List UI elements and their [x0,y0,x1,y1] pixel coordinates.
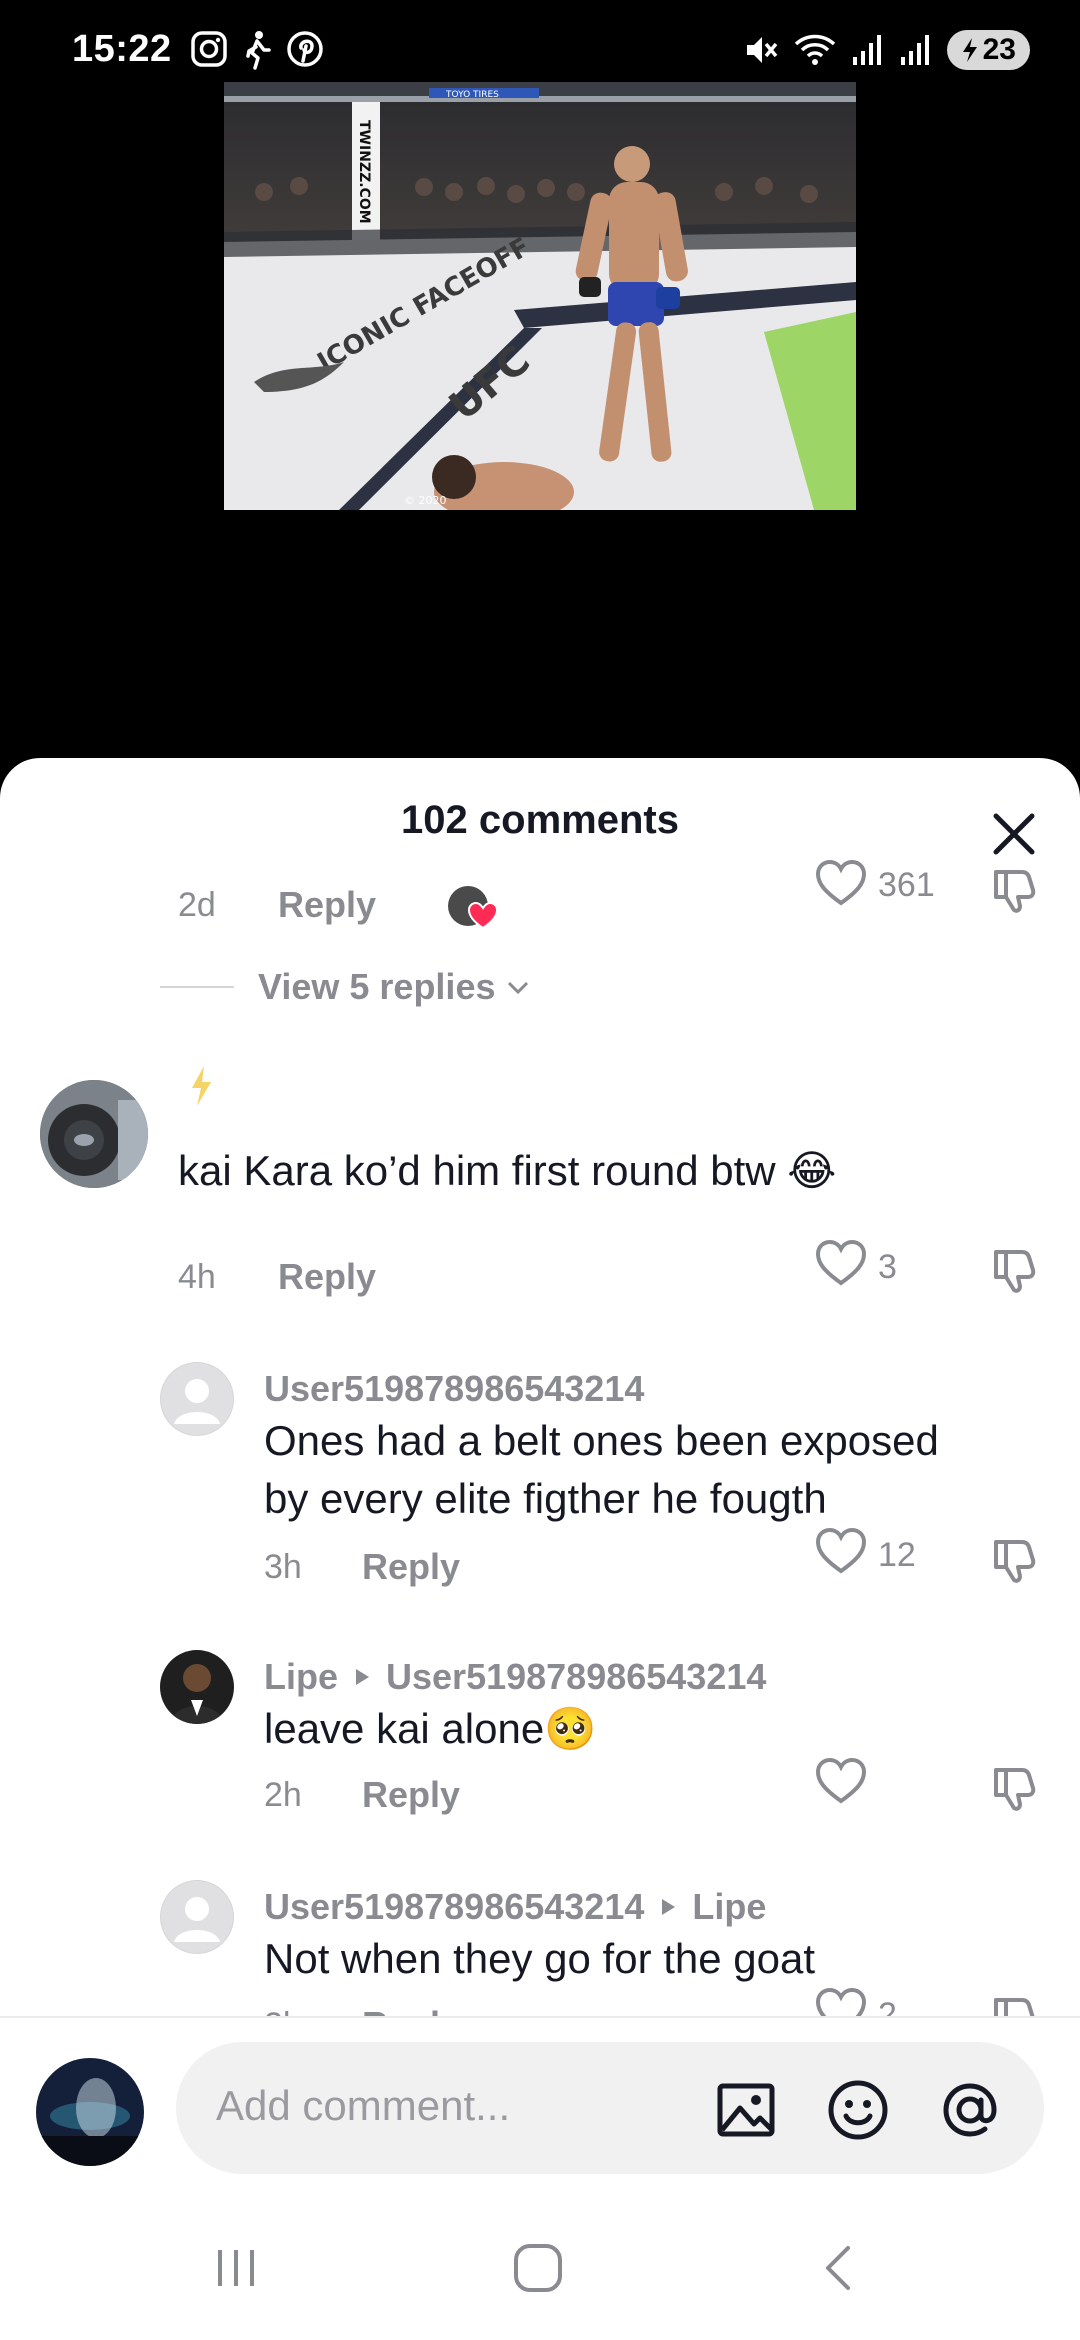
emoji-icon[interactable] [826,2078,890,2142]
like-count: 3 [878,1248,897,1286]
reply-button[interactable]: Reply [278,884,376,926]
steering-wheel-photo [40,1080,148,1188]
signal-icon [852,35,881,65]
reply-arrow-icon [356,1669,370,1685]
reply-button[interactable]: Reply [362,1546,460,1588]
home-icon[interactable] [508,2238,568,2298]
reply-header: Lipe User519878986543214 [264,1656,766,1698]
like-count: 361 [878,866,935,904]
dislike-icon[interactable] [988,1534,1040,1586]
comment-time: 2d [178,886,216,924]
comment-item: kai Kara ko’d him first round btw 😂 4h R… [0,1058,1080,1338]
instagram-icon [191,31,227,67]
user-photo [160,1650,234,1724]
comment-input-bar: Add comment... [0,2016,1080,2176]
wifi-icon [794,34,835,65]
heart-icon[interactable] [814,858,868,908]
pinterest-icon [287,31,323,67]
previous-comment-actions: 2d Reply 361 [0,758,1080,958]
walking-icon [246,31,271,70]
comment-input-placeholder: Add comment... [216,2082,511,2129]
signal-icon [900,35,929,65]
comment-time: 4h [178,1258,216,1296]
chevron-down-icon [508,981,529,995]
heart-icon[interactable] [814,1526,868,1576]
comment-time: 2h [264,1776,302,1814]
creator-liked-badge [448,886,498,932]
reply-arrow-icon [662,1899,676,1915]
comment-text: Not when they go for the goat [264,1935,816,1982]
mention-icon[interactable] [938,2078,1002,2142]
reply-button[interactable]: Reply [362,1774,460,1816]
comment-text: leave kai alone🥺 [264,1705,597,1752]
battery-indicator: 23 [946,30,1030,70]
comment-text-line1: Ones had a belt ones been exposed [264,1417,939,1464]
username[interactable]: Lipe [264,1656,338,1698]
mute-icon [746,37,777,63]
reply-to-username[interactable]: User519878986543214 [386,1656,766,1698]
default-avatar-icon [161,1363,233,1435]
video-watermark: © 2020 [404,494,447,507]
heart-badge-icon [468,902,498,930]
video-frame: TOYO TIRES TWINZZ.COM ICONIC FACEOFF UFC… [224,82,856,510]
my-avatar[interactable] [36,2058,144,2166]
comment-input[interactable]: Add comment... [176,2042,1044,2174]
heart-icon[interactable] [814,1238,868,1288]
dislike-icon[interactable] [988,864,1040,916]
avatar[interactable] [40,1080,148,1188]
system-nav-bar [0,2176,1080,2340]
image-icon[interactable] [714,2078,778,2142]
comment-text-line2: by every elite figther he fougth [264,1475,827,1522]
status-left-icons [190,30,324,70]
reply-to-username[interactable]: Lipe [692,1886,766,1928]
avatar[interactable] [160,1650,234,1724]
recent-apps-icon[interactable] [206,2238,266,2298]
username[interactable]: User519878986543214 [264,1368,644,1410]
status-time: 15:22 [72,28,172,70]
cage-banner: TOYO TIRES [445,90,499,100]
reply-header: User519878986543214 Lipe [264,1886,766,1928]
divider-line [160,986,234,988]
reply-item: User519878986543214 Ones had a belt ones… [0,1298,1080,1598]
view-replies-button[interactable]: View 5 replies [160,966,533,1008]
comment-time: 3h [264,1548,302,1586]
reply-item: User519878986543214 Lipe Not when they g… [0,1816,1080,2045]
video-player[interactable]: TOYO TIRES TWINZZ.COM ICONIC FACEOFF UFC… [224,82,856,510]
dislike-icon[interactable] [988,1244,1040,1296]
default-avatar-icon [161,1881,233,1953]
battery-level: 23 [982,33,1016,66]
avatar[interactable] [160,1880,234,1954]
aurora-photo [36,2058,144,2166]
lightning-icon [192,1066,211,1106]
status-right-icons: 23 [743,30,1030,70]
like-count: 12 [878,1536,916,1574]
username[interactable]: User519878986543214 [264,1886,644,1928]
reply-item: Lipe User519878986543214 leave kai alone… [0,1586,1080,1836]
reply-button[interactable]: Reply [278,1256,376,1298]
side-banner: TWINZZ.COM [356,120,372,224]
charging-icon [962,38,977,62]
dislike-icon[interactable] [988,1762,1040,1814]
heart-icon[interactable] [814,1756,868,1806]
view-replies-label: View 5 replies [258,966,496,1007]
back-icon[interactable] [810,2238,870,2298]
avatar[interactable] [160,1362,234,1436]
comment-text: kai Kara ko’d him first round btw 😂 [178,1147,837,1194]
